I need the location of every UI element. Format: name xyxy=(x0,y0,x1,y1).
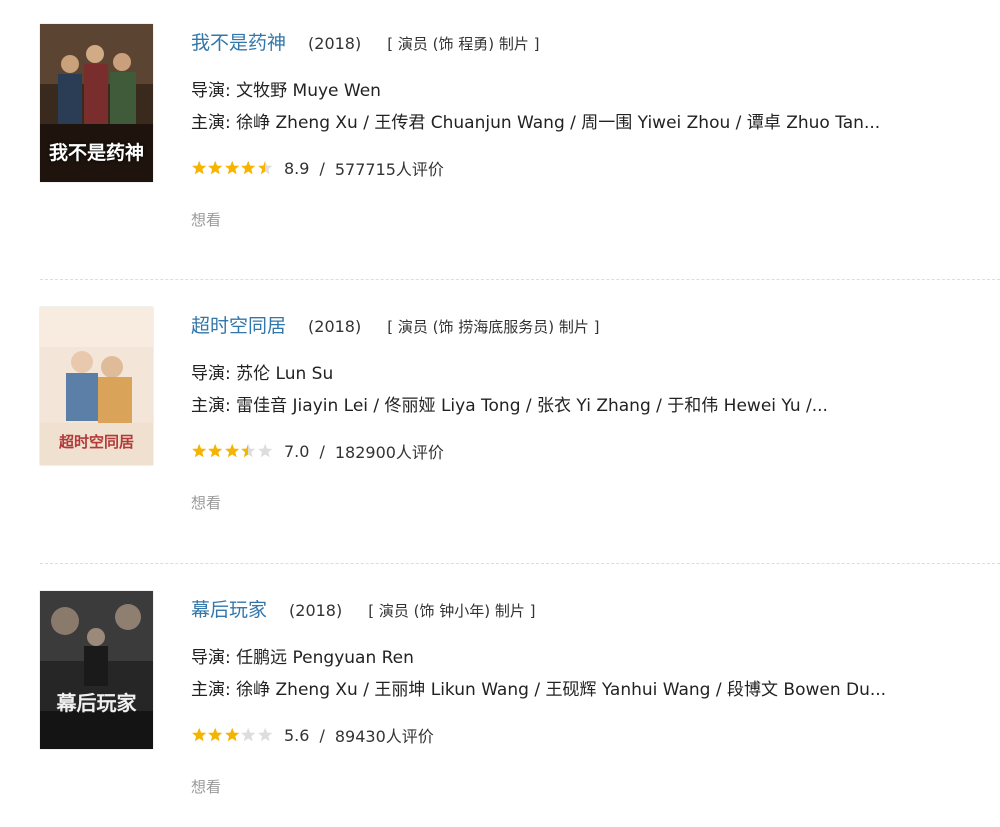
star-rating xyxy=(191,160,273,176)
movie-item: 我不是药神 我不是药神 (2018) [ 演员 (饰 程勇) 制片 ] 导演: … xyxy=(0,20,1000,260)
star-icon xyxy=(241,727,256,742)
star-icon xyxy=(208,727,223,742)
movie-role: [ 演员 (饰 钟小年) 制片 ] xyxy=(368,602,536,620)
movie-title-link[interactable]: 幕后玩家 xyxy=(191,595,267,622)
rating-separator: / xyxy=(319,158,325,178)
star-icon xyxy=(224,727,240,742)
rating-score: 7.0 xyxy=(284,441,310,461)
cast-line: 主演: 徐峥 Zheng Xu / 王丽坤 Likun Wang / 王砚辉 Y… xyxy=(191,680,887,700)
star-icon xyxy=(257,727,272,742)
star-icon xyxy=(257,160,272,175)
star-icon xyxy=(192,443,207,458)
rating-separator: / xyxy=(319,441,325,461)
director-line: 导演: 文牧野 Muye Wen xyxy=(191,81,381,101)
star-icon xyxy=(208,160,223,175)
rating-score: 5.6 xyxy=(284,725,310,745)
rating-separator: / xyxy=(319,725,325,745)
divider xyxy=(40,563,1000,564)
star-icon xyxy=(257,443,272,458)
director-line: 导演: 苏伦 Lun Su xyxy=(191,364,334,384)
star-icon xyxy=(192,727,207,742)
title-line: 超时空同居 (2018) [ 演员 (饰 捞海底服务员) 制片 ] xyxy=(191,311,599,339)
movie-year: (2018) xyxy=(308,34,362,53)
star-icon xyxy=(224,160,240,175)
star-icon xyxy=(208,443,223,458)
poster-title: 超时空同居 xyxy=(58,433,134,451)
movie-year: (2018) xyxy=(308,317,362,336)
poster-title: 我不是药神 xyxy=(48,142,144,164)
rating-count: 577715人评价 xyxy=(334,160,444,179)
title-line: 幕后玩家 (2018) [ 演员 (饰 钟小年) 制片 ] xyxy=(191,595,535,623)
star-icon xyxy=(224,443,240,458)
rating-count: 182900人评价 xyxy=(334,443,444,462)
star-icon xyxy=(241,443,256,458)
movie-poster[interactable]: 幕后玩家 xyxy=(40,591,153,749)
star-rating xyxy=(191,727,273,743)
movie-title-link[interactable]: 超时空同居 xyxy=(191,311,286,338)
poster-art xyxy=(40,591,153,749)
cast-line: 主演: 徐峥 Zheng Xu / 王传君 Chuanjun Wang / 周一… xyxy=(191,113,881,133)
star-icon xyxy=(241,160,256,175)
rating-line: 8.9 / 577715人评价 xyxy=(191,156,444,180)
want-to-watch-button[interactable]: 想看 xyxy=(191,209,221,230)
want-to-watch-button[interactable]: 想看 xyxy=(191,492,221,513)
movie-item: 超时空同居 超时空同居 (2018) [ 演员 (饰 捞海底服务员) 制片 ] … xyxy=(0,303,1000,543)
rating-line: 5.6 / 89430人评价 xyxy=(191,723,434,747)
cast-line: 主演: 雷佳音 Jiayin Lei / 佟丽娅 Liya Tong / 张衣 … xyxy=(191,396,828,416)
movie-item: 幕后玩家 幕后玩家 (2018) [ 演员 (饰 钟小年) 制片 ] 导演: 任… xyxy=(0,587,1000,827)
title-line: 我不是药神 (2018) [ 演员 (饰 程勇) 制片 ] xyxy=(191,28,539,56)
want-to-watch-button[interactable]: 想看 xyxy=(191,776,221,797)
director-line: 导演: 任鹏远 Pengyuan Ren xyxy=(191,648,414,668)
rating-score: 8.9 xyxy=(284,158,310,178)
movie-poster[interactable]: 超时空同居 xyxy=(40,307,153,465)
poster-title: 幕后玩家 xyxy=(56,691,137,715)
movie-poster[interactable]: 我不是药神 xyxy=(40,24,153,182)
rating-line: 7.0 / 182900人评价 xyxy=(191,439,444,463)
divider xyxy=(40,279,1000,280)
movie-title-link[interactable]: 我不是药神 xyxy=(191,28,286,55)
star-icon xyxy=(192,160,207,175)
movie-role: [ 演员 (饰 捞海底服务员) 制片 ] xyxy=(387,318,600,336)
rating-count: 89430人评价 xyxy=(334,727,434,746)
movie-role: [ 演员 (饰 程勇) 制片 ] xyxy=(387,35,540,53)
star-rating xyxy=(191,443,273,459)
movie-year: (2018) xyxy=(289,601,343,620)
